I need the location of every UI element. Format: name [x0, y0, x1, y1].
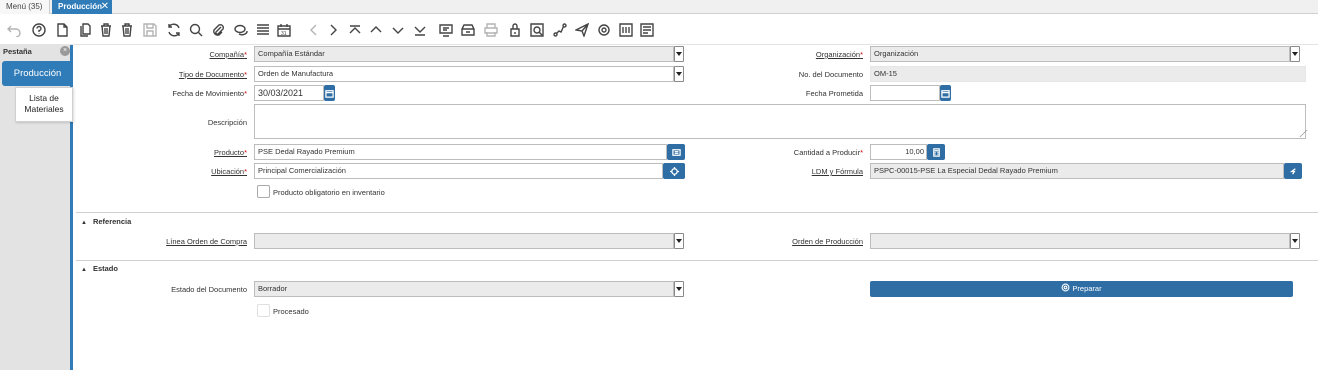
producto-label: Producto*: [214, 148, 247, 157]
print-icon[interactable]: [483, 22, 499, 38]
linea-orden-field[interactable]: [254, 233, 674, 249]
descripcion-label: Descripción: [207, 118, 247, 127]
ldm-field[interactable]: PSPC-00015-PSE La Especial Dedal Rayado …: [870, 163, 1284, 179]
estado-documento-label: Estado del Documento: [171, 285, 247, 294]
producto-field[interactable]: PSE Dedal Rayado Premium: [254, 144, 667, 160]
tab-produccion[interactable]: Producción ✕: [52, 0, 112, 14]
no-documento-label: No. del Documento: [798, 70, 863, 79]
ldm-zoom-icon[interactable]: [1284, 163, 1302, 179]
orden-produccion-dropdown-icon[interactable]: [1290, 233, 1300, 249]
estado-section-title[interactable]: ▲ Estado: [81, 264, 118, 273]
copy-record-icon[interactable]: [77, 22, 93, 38]
fecha-movimiento-label: Fecha de Movimiento*: [172, 89, 247, 98]
zoom-across-icon[interactable]: [529, 22, 545, 38]
organizacion-dropdown-icon[interactable]: [1290, 46, 1300, 62]
tipo-documento-field[interactable]: Orden de Manufactura: [254, 66, 674, 82]
producto-search-icon[interactable]: [667, 144, 685, 160]
fecha-movimiento-calendar-icon[interactable]: [324, 85, 335, 101]
parent-record-icon[interactable]: [368, 22, 384, 38]
new-record-icon[interactable]: [54, 22, 70, 38]
calendar-icon[interactable]: 31: [276, 22, 292, 38]
organizacion-label: Organización*: [815, 50, 863, 59]
producto-obligatorio-checkbox[interactable]: [257, 185, 270, 198]
estado-documento-field[interactable]: Borrador: [254, 281, 674, 297]
procesado-label: Procesado: [273, 307, 309, 316]
linea-orden-label: Línea Orden de Compra: [166, 237, 247, 246]
referencia-section-divider: [76, 212, 1318, 213]
estado-documento-dropdown-icon[interactable]: [674, 281, 684, 297]
tab-menu[interactable]: Menú (35): [0, 0, 50, 14]
tipo-documento-dropdown-icon[interactable]: [674, 66, 684, 82]
ubicacion-field[interactable]: Principal Comercialización: [254, 163, 663, 179]
estado-section-divider: [76, 260, 1318, 261]
descripcion-field[interactable]: [254, 104, 1306, 139]
referencia-section-title[interactable]: ▲ Referencia: [81, 217, 131, 226]
next-record-icon[interactable]: [325, 22, 341, 38]
window-tab-bar: Menú (35) Producción ✕: [0, 0, 1318, 14]
location-icon[interactable]: [663, 163, 685, 179]
fecha-prometida-calendar-icon[interactable]: [940, 85, 951, 101]
process-icon[interactable]: [574, 22, 590, 38]
tab-produccion-label: Producción: [58, 2, 103, 11]
undo-icon[interactable]: [6, 22, 22, 38]
gear-icon: [1061, 283, 1070, 292]
collapse-icon: ▲: [81, 267, 87, 273]
find-icon[interactable]: [188, 22, 204, 38]
tab-menu-label: Menú (35): [6, 2, 43, 11]
last-record-icon[interactable]: [412, 22, 428, 38]
lock-icon[interactable]: [507, 22, 523, 38]
ubicacion-label: Ubicación*: [211, 167, 247, 176]
fecha-movimiento-field[interactable]: 30/03/2021: [254, 85, 324, 101]
grid-toggle-icon[interactable]: [255, 22, 271, 38]
detail-record-icon[interactable]: [390, 22, 406, 38]
orden-produccion-label: Orden de Producción: [792, 237, 863, 246]
save-icon[interactable]: [142, 22, 158, 38]
nav-tab-lista-materiales[interactable]: Lista de Materiales: [15, 87, 73, 122]
compania-label: Compañía*: [209, 50, 247, 59]
linea-orden-dropdown-icon[interactable]: [674, 233, 684, 249]
calculator-icon[interactable]: [927, 144, 945, 160]
attachment-icon[interactable]: [210, 22, 226, 38]
workflow-icon[interactable]: [552, 22, 568, 38]
svg-text:31: 31: [281, 31, 287, 37]
chat-icon[interactable]: [233, 22, 249, 38]
compania-dropdown-icon[interactable]: [674, 46, 684, 62]
close-tab-icon[interactable]: ✕: [101, 0, 109, 14]
collapse-icon: ▲: [81, 220, 87, 226]
procesado-checkbox: [257, 304, 270, 317]
delete-icon[interactable]: [98, 22, 114, 38]
orden-produccion-field[interactable]: [870, 233, 1290, 249]
producto-obligatorio-label: Producto obligatorio en inventario: [273, 188, 385, 197]
translate-icon[interactable]: [618, 22, 634, 38]
fecha-prometida-field[interactable]: [870, 85, 940, 101]
post-icon[interactable]: [639, 22, 655, 38]
previous-record-icon[interactable]: [306, 22, 322, 38]
help-icon[interactable]: [31, 22, 47, 38]
left-panel-title: Pestaña: [3, 47, 32, 56]
no-documento-field: OM-15: [870, 66, 1306, 82]
cantidad-label: Cantidad a Producir*: [793, 148, 863, 157]
archive-icon[interactable]: [460, 22, 476, 38]
toolbar: 31: [0, 15, 1318, 45]
cantidad-field[interactable]: 10,00: [870, 144, 927, 160]
compania-field[interactable]: Compañía Estándar: [254, 46, 674, 62]
report-icon[interactable]: [438, 22, 454, 38]
first-record-icon[interactable]: [347, 22, 363, 38]
tipo-documento-label: Tipo de Documento*: [178, 70, 247, 79]
organizacion-field[interactable]: Organización: [870, 46, 1290, 62]
ldm-label: LDM y Fórmula: [811, 167, 863, 176]
preparar-button[interactable]: Preparar: [870, 281, 1293, 297]
nav-tab-produccion[interactable]: Producción: [2, 61, 73, 86]
refresh-icon[interactable]: [166, 22, 182, 38]
delete-selection-icon[interactable]: [119, 22, 135, 38]
fecha-prometida-label: Fecha Prometida: [805, 89, 863, 98]
settings-icon[interactable]: [596, 22, 612, 38]
collapse-panel-icon[interactable]: ×: [60, 46, 70, 56]
